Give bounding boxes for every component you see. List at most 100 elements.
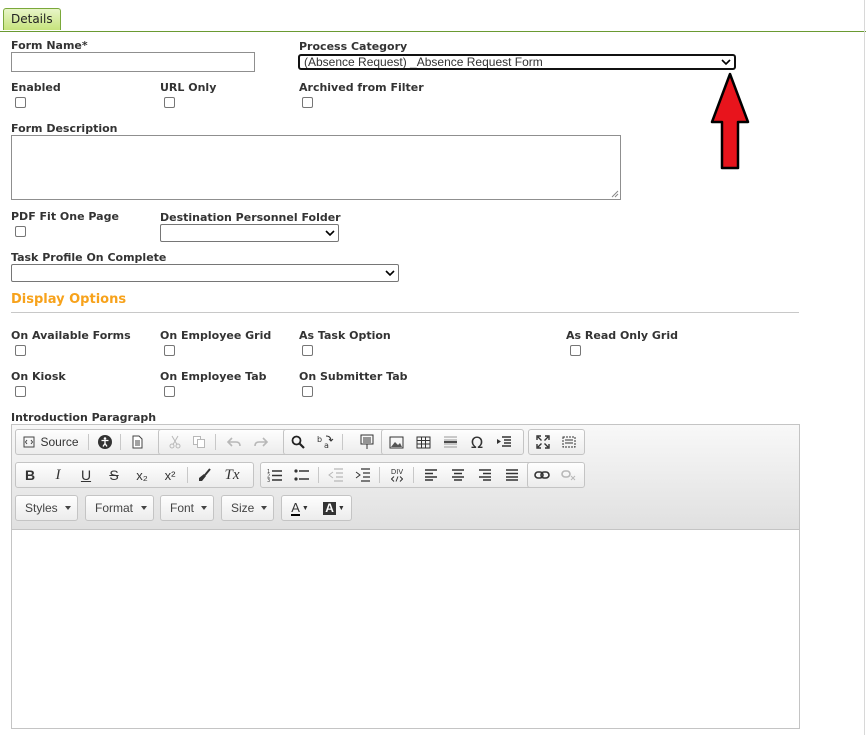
paste-button[interactable] xyxy=(356,432,378,452)
as-task-option-checkbox[interactable] xyxy=(302,345,313,356)
dropdown-arrow-icon xyxy=(201,506,207,510)
pdf-fit-checkbox[interactable] xyxy=(15,226,26,237)
form-description-textarea[interactable] xyxy=(11,135,621,200)
horizontal-rule-button[interactable] xyxy=(439,432,461,452)
special-char-icon: Ω xyxy=(470,432,484,452)
image-button[interactable] xyxy=(385,432,407,452)
code-icon xyxy=(391,475,403,482)
remove-format-button[interactable]: Tx xyxy=(221,465,243,485)
dropdown-arrow-icon xyxy=(65,506,71,510)
outdent-button[interactable] xyxy=(325,465,347,485)
introduction-paragraph-label: Introduction Paragraph xyxy=(11,411,157,424)
as-task-option-label: As Task Option xyxy=(299,329,391,342)
tab-details[interactable]: Details xyxy=(3,8,61,30)
toolbar-group-insert: Ω xyxy=(381,429,524,455)
align-left-button[interactable] xyxy=(420,465,442,485)
show-blocks-icon xyxy=(562,436,576,448)
link-button[interactable] xyxy=(531,465,553,485)
align-right-button[interactable] xyxy=(474,465,496,485)
superscript-button[interactable]: x² xyxy=(159,465,181,485)
task-profile-select[interactable] xyxy=(11,264,399,282)
toolbar-group-tools xyxy=(528,429,585,455)
unlink-icon xyxy=(561,470,576,481)
copy-icon xyxy=(193,436,205,448)
indent-button[interactable] xyxy=(352,465,374,485)
find-button[interactable] xyxy=(287,432,309,452)
maximize-button[interactable] xyxy=(532,432,554,452)
redo-button[interactable] xyxy=(250,432,272,452)
undo-button[interactable] xyxy=(223,432,245,452)
on-employee-tab-checkbox[interactable] xyxy=(164,386,175,397)
align-center-button[interactable] xyxy=(447,465,469,485)
cut-button[interactable] xyxy=(164,432,186,452)
background-color-icon: A xyxy=(323,500,336,515)
indent-block-icon xyxy=(497,436,511,447)
editor-content-area[interactable] xyxy=(12,530,799,728)
redo-icon xyxy=(254,437,269,447)
bulleted-list-button[interactable] xyxy=(291,465,313,485)
text-color-icon: A xyxy=(291,499,300,516)
on-available-forms-checkbox[interactable] xyxy=(15,345,26,356)
as-read-only-grid-checkbox[interactable] xyxy=(570,345,581,356)
table-button[interactable] xyxy=(412,432,434,452)
link-icon xyxy=(534,471,550,479)
underline-button[interactable]: U xyxy=(75,465,97,485)
text-color-button[interactable]: A ▼ xyxy=(285,498,315,518)
toolbar-separator xyxy=(318,467,319,483)
copy-button[interactable] xyxy=(188,432,210,452)
special-char-button[interactable]: Ω xyxy=(466,432,488,452)
tab-bar: Details xyxy=(0,0,866,32)
background-color-button[interactable]: A ▼ xyxy=(319,498,349,518)
toolbar-separator xyxy=(88,434,89,450)
form-name-label: Form Name* xyxy=(11,39,88,52)
italic-button[interactable]: I xyxy=(47,465,69,485)
task-profile-label: Task Profile On Complete xyxy=(11,251,167,264)
bold-button[interactable]: B xyxy=(19,465,41,485)
on-submitter-tab-checkbox[interactable] xyxy=(302,386,313,397)
destination-folder-select[interactable] xyxy=(160,224,339,242)
enabled-label: Enabled xyxy=(11,81,61,94)
strikethrough-button[interactable]: S xyxy=(103,465,125,485)
replace-button[interactable]: ba xyxy=(314,432,336,452)
on-available-forms-label: On Available Forms xyxy=(11,329,131,342)
destination-folder-label: Destination Personnel Folder xyxy=(160,211,341,224)
brush-icon xyxy=(199,468,211,481)
toolbar-group-editing: ba xyxy=(283,429,387,455)
horizontal-rule-icon xyxy=(443,436,457,448)
find-icon xyxy=(291,435,305,449)
chevron-down-icon xyxy=(325,230,335,237)
size-dropdown[interactable]: Size xyxy=(221,495,274,521)
resize-handle-icon[interactable] xyxy=(611,190,619,198)
archived-label: Archived from Filter xyxy=(299,81,424,94)
font-dropdown[interactable]: Font xyxy=(160,495,214,521)
archived-checkbox[interactable] xyxy=(302,97,313,108)
display-options-heading: Display Options xyxy=(11,292,127,307)
create-div-button[interactable]: DIV xyxy=(386,465,408,485)
numbered-list-button[interactable]: 123 xyxy=(264,465,286,485)
templates-button[interactable] xyxy=(126,432,148,452)
process-category-select[interactable]: (Absence Request) _Absence Request Form xyxy=(298,54,736,70)
accessibility-icon xyxy=(98,435,112,449)
process-category-label: Process Category xyxy=(299,40,408,53)
indent-block-button[interactable] xyxy=(493,432,515,452)
styles-dropdown[interactable]: Styles xyxy=(15,495,78,521)
cut-icon xyxy=(169,435,181,449)
enabled-checkbox[interactable] xyxy=(15,97,26,108)
justify-icon xyxy=(506,469,518,481)
on-employee-grid-label: On Employee Grid xyxy=(160,329,272,342)
on-kiosk-checkbox[interactable] xyxy=(15,386,26,397)
page-edge xyxy=(864,0,865,735)
url-only-checkbox[interactable] xyxy=(164,97,175,108)
svg-text:3: 3 xyxy=(267,478,270,482)
source-button[interactable]: Source xyxy=(19,432,83,452)
accessibility-button[interactable] xyxy=(94,432,116,452)
on-employee-grid-checkbox[interactable] xyxy=(164,345,175,356)
format-dropdown[interactable]: Format xyxy=(85,495,154,521)
justify-button[interactable] xyxy=(501,465,523,485)
unlink-button[interactable] xyxy=(558,465,580,485)
toolbar-separator xyxy=(379,467,380,483)
copy-format-button[interactable] xyxy=(194,465,216,485)
show-blocks-button[interactable] xyxy=(558,432,580,452)
subscript-button[interactable]: x₂ xyxy=(131,465,153,485)
form-name-input[interactable] xyxy=(11,52,255,72)
